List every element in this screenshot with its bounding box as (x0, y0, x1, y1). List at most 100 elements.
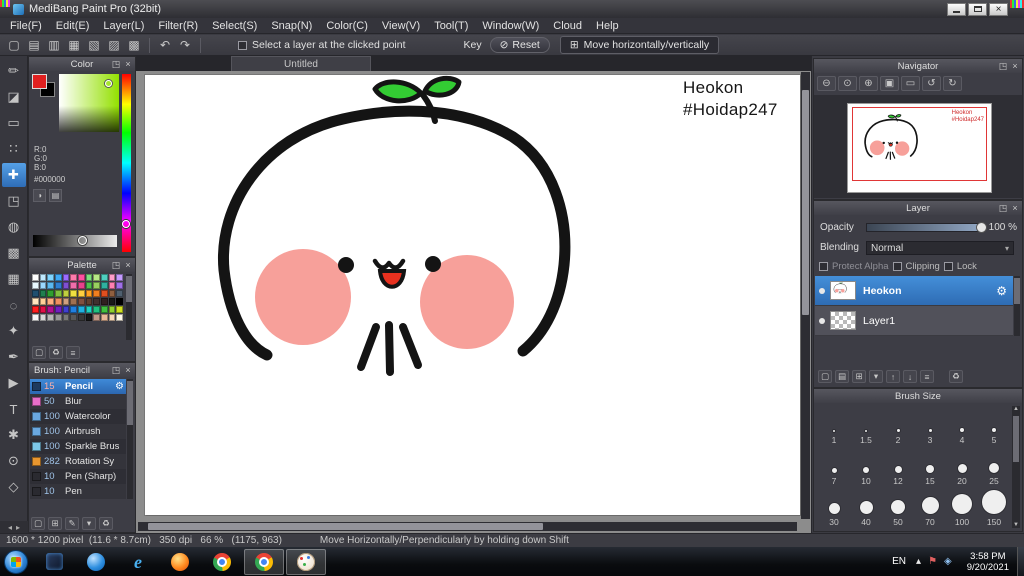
popout-icon[interactable]: ◳ (111, 58, 121, 70)
palette-swatch[interactable] (32, 274, 39, 281)
taskbar-app-firefox[interactable] (160, 549, 200, 575)
palette-swatch[interactable] (108, 314, 116, 321)
palette-swatch[interactable] (100, 314, 108, 321)
brush-size-option[interactable]: 30 (818, 488, 850, 529)
palette-swatch[interactable] (93, 306, 100, 313)
zoom-reset-icon[interactable]: ⊙ (838, 76, 857, 91)
palette-swatch[interactable] (62, 290, 70, 297)
palette-swatch[interactable] (32, 298, 39, 305)
tray-network-icon[interactable]: ◈ (944, 556, 952, 567)
brush-settings-icon[interactable]: ⚙ (115, 381, 124, 392)
palette-swatch[interactable] (85, 282, 93, 289)
edit-brush-icon[interactable]: ✎ (65, 517, 79, 530)
select-layer-checkbox[interactable] (238, 40, 247, 50)
brush-scroll-thumb[interactable] (127, 381, 133, 425)
brush-size-option[interactable]: 50 (882, 488, 914, 529)
palette-swatch[interactable] (54, 298, 62, 305)
document-tab[interactable]: Untitled (231, 56, 371, 71)
brush-size-option[interactable]: 10 (850, 447, 882, 488)
canvas-vertical-scrollbar[interactable] (801, 72, 810, 519)
palette-swatch[interactable] (100, 290, 108, 297)
palette-swatch[interactable] (77, 274, 85, 281)
menu-item-tool[interactable]: Tool(T) (427, 18, 475, 34)
menu-item-edit[interactable]: Edit(E) (49, 18, 97, 34)
layer-visibility-dot[interactable] (819, 317, 825, 324)
open-file-icon[interactable]: ▤ (24, 37, 44, 54)
menu-item-snap[interactable]: Snap(N) (264, 18, 319, 34)
clipping-checkbox[interactable] (892, 262, 902, 271)
magic-wand-tool[interactable]: ✦ (2, 319, 26, 343)
palette-swatch[interactable] (116, 314, 123, 321)
pattern-tool[interactable]: ∷ (2, 137, 26, 161)
brush-item-sparkle-brus[interactable]: 100 Sparkle Brus (30, 439, 126, 454)
zoom-out-icon[interactable]: ⊖ (817, 76, 836, 91)
palette-swatch[interactable] (70, 290, 77, 297)
palette-swatch[interactable] (116, 298, 123, 305)
eyedropper-tool[interactable]: ⊙ (2, 449, 26, 473)
palette-swatch[interactable] (116, 274, 123, 281)
hand-tool[interactable]: ◇ (2, 475, 26, 499)
close-icon[interactable]: × (1010, 60, 1020, 72)
fill-tool[interactable]: ◍ (2, 215, 26, 239)
layer-scroll-thumb[interactable] (1014, 278, 1020, 304)
merge-layer-icon[interactable]: ≡ (920, 370, 934, 383)
brush-size-option[interactable]: 1 (818, 406, 850, 447)
palette-swatch[interactable] (70, 314, 77, 321)
lasso-tool[interactable]: ◌ (2, 293, 26, 317)
brush-menu-icon[interactable]: ▾ (82, 517, 96, 530)
add-brush-icon[interactable]: ▢ (31, 517, 45, 530)
palette-swatch[interactable] (47, 314, 54, 321)
vscroll-thumb[interactable] (802, 90, 809, 315)
opacity-knob[interactable] (976, 222, 988, 233)
hue-slider[interactable] (122, 74, 131, 252)
rect-select-tool[interactable]: ▭ (2, 111, 26, 135)
brush-item-watercolor[interactable]: 100 Watercolor (30, 409, 126, 424)
palette-swatch[interactable] (100, 306, 108, 313)
menu-item-window[interactable]: Window(W) (475, 18, 546, 34)
palette-swatch[interactable] (47, 290, 54, 297)
palette-swatch[interactable] (93, 314, 100, 321)
palette-swatch[interactable] (108, 306, 116, 313)
brush-item-pencil[interactable]: 15 Pencil ⚙ (30, 379, 126, 394)
palette-swatch[interactable] (116, 282, 123, 289)
palette-scroll-thumb[interactable] (126, 276, 132, 302)
delete-color-icon[interactable]: ♻ (49, 346, 63, 359)
menu-item-layer[interactable]: Layer(L) (96, 18, 151, 34)
tray-expand-icon[interactable]: ▴ (916, 556, 921, 567)
taskbar-app-messenger[interactable] (76, 549, 116, 575)
palette-swatch[interactable] (77, 290, 85, 297)
sv-cursor[interactable] (105, 80, 112, 87)
menu-item-filter[interactable]: Filter(R) (151, 18, 205, 34)
palette-swatch[interactable] (77, 306, 85, 313)
delete-layer-icon[interactable]: ♻ (949, 370, 963, 383)
brush-size-option[interactable]: 4 (946, 406, 978, 447)
palette-swatch[interactable] (47, 298, 54, 305)
layer-item-layer1[interactable]: Layer1 (815, 306, 1013, 336)
palette-swatch[interactable] (47, 282, 54, 289)
palette-swatch[interactable] (85, 274, 93, 281)
popout-icon[interactable]: ◳ (998, 202, 1008, 214)
add-layer-icon[interactable]: ▢ (818, 370, 832, 383)
palette-swatch[interactable] (70, 282, 77, 289)
brush-size-option[interactable]: 150 (978, 488, 1010, 529)
eraser-tool[interactable]: ◪ (2, 85, 26, 109)
rotate-right-icon[interactable]: ↻ (943, 76, 962, 91)
popout-icon[interactable]: ◳ (111, 364, 121, 376)
brush-size-option[interactable]: 3 (914, 406, 946, 447)
brush-size-option[interactable]: 15 (914, 447, 946, 488)
palette-swatch[interactable] (93, 274, 100, 281)
palette-swatch[interactable] (116, 306, 123, 313)
popout-icon[interactable]: ◳ (998, 60, 1008, 72)
drawing-canvas[interactable]: Heokon #Hoidap247 (145, 75, 800, 515)
palette-swatch[interactable] (70, 306, 77, 313)
palette-swatch[interactable] (32, 282, 39, 289)
value-slider[interactable] (33, 235, 117, 247)
saturation-value-picker[interactable] (59, 74, 119, 132)
palette-swatch[interactable] (54, 282, 62, 289)
palette-swatch[interactable] (39, 274, 47, 281)
lock-checkbox[interactable] (943, 262, 953, 271)
tool-scroll-right-icon[interactable]: ▸ (16, 523, 20, 532)
palette-swatch[interactable] (93, 298, 100, 305)
redo-icon[interactable]: ↷ (175, 37, 195, 54)
taskbar-app-media[interactable] (34, 549, 74, 575)
